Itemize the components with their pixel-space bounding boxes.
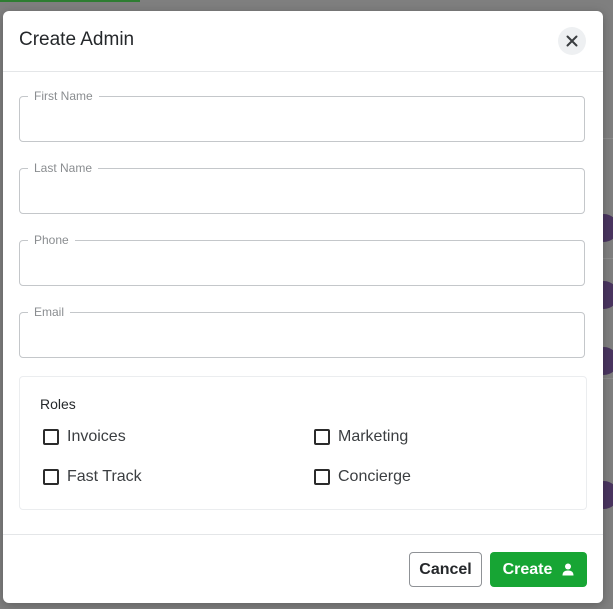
role-fast-track-label: Fast Track: [67, 468, 142, 485]
close-icon: [566, 35, 578, 47]
roles-title: Roles: [40, 396, 76, 412]
last-name-input[interactable]: [32, 183, 572, 205]
role-invoices[interactable]: Invoices: [43, 426, 126, 448]
close-button[interactable]: [558, 27, 586, 55]
role-marketing[interactable]: Marketing: [314, 426, 408, 448]
phone-field: Phone: [19, 233, 585, 286]
first-name-input[interactable]: [32, 111, 572, 133]
last-name-field: Last Name: [19, 161, 585, 214]
first-name-label: First Name: [28, 89, 99, 103]
phone-label: Phone: [28, 233, 75, 247]
create-admin-dialog: Create Admin First Name Last Name Phone …: [3, 11, 603, 603]
role-marketing-label: Marketing: [338, 428, 409, 445]
dialog-title: Create Admin: [19, 29, 135, 50]
dialog-footer: Cancel Create: [3, 534, 603, 604]
create-button[interactable]: Create: [490, 552, 587, 587]
email-input[interactable]: [32, 327, 572, 349]
role-invoices-label: Invoices: [67, 428, 126, 445]
role-invoices-checkbox[interactable]: [43, 429, 59, 445]
phone-input[interactable]: [32, 255, 572, 277]
email-field: Email: [19, 305, 585, 358]
email-label: Email: [28, 305, 71, 319]
user-icon: [562, 563, 574, 576]
role-concierge-label: Concierge: [338, 468, 411, 485]
role-fast-track-checkbox[interactable]: [43, 469, 59, 485]
create-button-label: Create: [502, 560, 553, 578]
role-concierge[interactable]: Concierge: [314, 466, 411, 488]
first-name-field: First Name: [19, 89, 585, 142]
role-marketing-checkbox[interactable]: [314, 429, 330, 445]
dialog-header: Create Admin: [3, 11, 603, 72]
background-header-strip: [0, 0, 140, 2]
role-fast-track[interactable]: Fast Track: [43, 466, 142, 488]
last-name-label: Last Name: [28, 161, 99, 175]
cancel-button[interactable]: Cancel: [409, 552, 482, 587]
role-concierge-checkbox[interactable]: [314, 469, 330, 485]
modal-backdrop[interactable]: Create Admin First Name Last Name Phone …: [0, 0, 613, 609]
roles-section: Roles Invoices Marketing Fast Track Conc…: [19, 376, 587, 510]
